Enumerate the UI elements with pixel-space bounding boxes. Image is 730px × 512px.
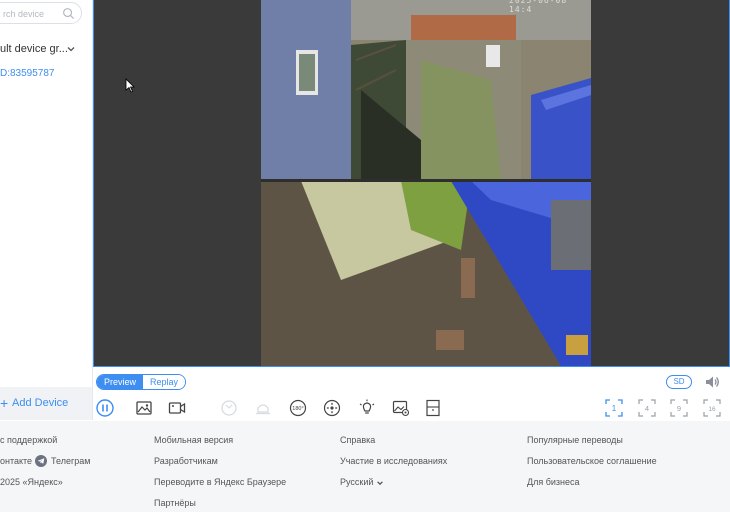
plus-icon: + [0,395,9,411]
quality-button[interactable]: SD [666,375,692,389]
layout-9-label: 9 [677,404,681,413]
footer-link-help[interactable]: Справка [340,435,375,445]
camera-feed: 2025-06-08 14:4 [261,0,591,366]
footer-link-mobile[interactable]: Мобильная версия [154,435,233,445]
footer-link-business[interactable]: Для бизнеса [527,477,580,487]
volume-icon[interactable] [704,374,720,390]
layout-1-button[interactable]: 1 [605,399,623,417]
footer-copyright: 2025 «Яндекс» [0,477,63,487]
player-control-bar: Preview Replay SD 180° 1 4 9 16 [94,367,730,421]
device-group-row[interactable]: ult device gr... [0,41,92,59]
image-settings-icon[interactable] [392,399,410,417]
door-icon[interactable] [424,399,442,417]
snapshot-icon[interactable] [135,399,153,417]
add-device-button[interactable]: + Add Device [0,387,92,420]
layout-4-label: 4 [645,404,649,413]
layout-16-button[interactable]: 16 [703,399,721,417]
search-icon[interactable] [62,7,75,20]
add-device-label: Add Device [12,397,69,409]
chevron-down-icon [377,480,383,485]
direction-pad-icon[interactable] [323,399,341,417]
footer-link-browser[interactable]: Переводите в Яндекс Браузере [154,477,286,487]
tab-replay[interactable]: Replay [143,375,186,389]
ptz-icon [220,399,238,417]
search-input[interactable] [3,6,63,21]
layout-4-button[interactable]: 4 [638,399,656,417]
telegram-icon[interactable] [35,455,47,467]
layout-1-label: 1 [612,404,617,413]
light-icon[interactable] [358,399,376,417]
rotate-180-icon[interactable]: 180° [289,399,307,417]
record-icon[interactable] [168,399,186,417]
chevron-down-icon[interactable] [66,44,76,54]
footer-link-developers[interactable]: Разработчикам [154,456,218,466]
layout-9-button[interactable]: 9 [670,399,688,417]
footer-link-partners[interactable]: Партнёры [154,498,196,508]
footer-link-popular[interactable]: Популярные переводы [527,435,623,445]
mouse-cursor-icon [125,78,135,93]
video-viewport[interactable]: 2025-06-08 14:4 [94,0,730,366]
view-mode-tabs: Preview Replay [96,374,187,390]
footer-link-support[interactable]: с поддержкой [0,435,57,445]
footer-link-vk[interactable]: онтакте [0,456,32,466]
search-box[interactable] [0,2,82,24]
footer-link-research[interactable]: Участие в исследованиях [340,456,447,466]
pause-icon[interactable] [96,399,114,417]
tab-preview[interactable]: Preview [97,375,144,389]
footer-link-telegram[interactable]: Телеграм [51,456,90,466]
device-sidebar: ult device gr... D:83595787 + Add Device [0,0,93,420]
alarm-icon [254,399,272,417]
svg-text:180°: 180° [292,406,303,412]
footer-link-terms[interactable]: Пользовательское соглашение [527,456,657,466]
layout-16-label: 16 [708,406,716,413]
device-group-label: ult device gr... [0,43,68,55]
footer-language-label: Русский [340,477,374,487]
footer-language-select[interactable]: Русский [340,477,384,487]
video-timestamp: 2025-06-08 14:4 [509,0,568,14]
device-id-link[interactable]: D:83595787 [0,68,55,79]
